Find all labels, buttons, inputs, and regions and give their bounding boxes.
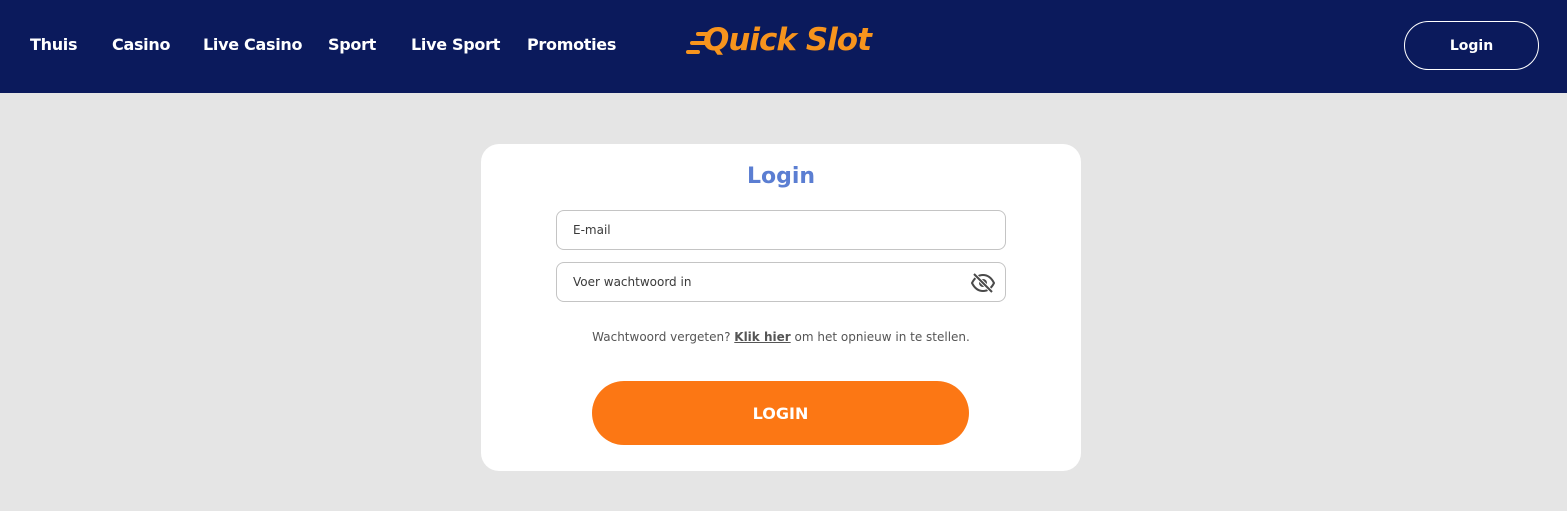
nav-item-live-sport[interactable]: Live Sport	[411, 35, 500, 54]
nav-item-live-casino[interactable]: Live Casino	[203, 35, 302, 54]
reset-password-link[interactable]: Klik hier	[734, 330, 790, 344]
login-title: Login	[746, 164, 816, 189]
nav-item-sport[interactable]: Sport	[328, 35, 376, 54]
login-card: Login Wachtwoord vergeten? Klik hier om …	[481, 144, 1081, 471]
nav-item-thuis[interactable]: Thuis	[30, 35, 78, 54]
quick-slot-logo[interactable]: Quick Slot	[686, 22, 876, 66]
password-input[interactable]	[557, 263, 1005, 301]
forgot-password-text: Wachtwoord vergeten? Klik hier om het op…	[481, 330, 1081, 344]
nav-item-casino[interactable]: Casino	[112, 35, 170, 54]
forgot-prefix: Wachtwoord vergeten?	[592, 330, 731, 344]
nav-item-promoties[interactable]: Promoties	[527, 35, 616, 54]
header-login-button[interactable]: Login	[1404, 21, 1539, 70]
site-header: Thuis Casino Live Casino Sport Live Spor…	[0, 0, 1567, 93]
password-field-wrapper	[556, 262, 1006, 302]
email-field-wrapper	[556, 210, 1006, 250]
email-input[interactable]	[557, 211, 1005, 249]
forgot-suffix: om het opnieuw in te stellen.	[794, 330, 970, 344]
logo-text: Quick Slot	[703, 22, 872, 58]
login-submit-button[interactable]: LOGIN	[592, 381, 969, 445]
eye-off-icon[interactable]	[970, 272, 996, 294]
